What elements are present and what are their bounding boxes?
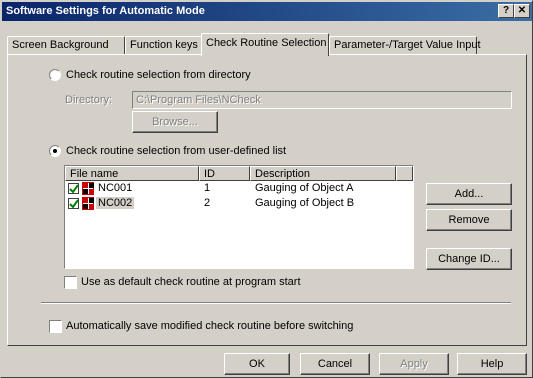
column-header-id[interactable]: ID (199, 166, 250, 181)
default-routine-label: Use as default check routine at program … (81, 276, 301, 288)
help-icon[interactable]: ? (498, 4, 514, 18)
user-list-radio-label: Check routine selection from user-define… (66, 145, 287, 157)
apply-label: Apply (400, 358, 428, 370)
browse-label: Browse... (152, 116, 198, 128)
table-row[interactable]: NC002 2 Gauging of Object B (66, 197, 412, 211)
change-id-label: Change ID... (438, 253, 500, 265)
column-header-description[interactable]: Description (250, 166, 396, 181)
check-routine-file-icon (82, 182, 94, 195)
help-button[interactable]: Help (457, 353, 527, 375)
divider (41, 302, 511, 304)
tab-label: Function keys (130, 39, 198, 51)
tab-parameter-target-value-input[interactable]: Parameter-/Target Value Input (329, 36, 481, 55)
tab-label: Check Routine Selection (206, 37, 327, 49)
checkmark-icon (69, 199, 79, 209)
routine-list[interactable]: File name ID Description NC001 1 Gauging… (64, 165, 414, 269)
help-label: Help (480, 358, 504, 370)
row-id: 2 (204, 197, 211, 209)
apply-button: Apply (379, 353, 449, 375)
tab-function-keys[interactable]: Function keys (125, 36, 203, 55)
row-description: Gauging of Object B (255, 197, 355, 209)
row-checkbox[interactable] (68, 183, 79, 194)
directory-radio[interactable] (49, 69, 61, 81)
row-file-name: NC001 (98, 182, 133, 194)
tab-screen-background[interactable]: Screen Background (7, 36, 125, 55)
default-routine-checkbox[interactable] (64, 276, 77, 289)
ok-button[interactable]: OK (224, 353, 290, 375)
directory-label: Directory: (65, 94, 113, 106)
add-button[interactable]: Add... (426, 183, 512, 205)
add-label: Add... (454, 188, 484, 200)
change-id-button[interactable]: Change ID... (426, 248, 512, 270)
user-list-radio[interactable] (49, 145, 61, 157)
tab-label: Parameter-/Target Value Input (334, 39, 481, 51)
table-row[interactable]: NC001 1 Gauging of Object A (66, 182, 412, 196)
window-title: Software Settings for Automatic Mode (6, 5, 205, 17)
tab-check-routine-selection[interactable]: Check Routine Selection (201, 33, 329, 56)
row-file-name: NC002 (96, 197, 135, 209)
autosave-label: Automatically save modified check routin… (66, 320, 354, 332)
cancel-button[interactable]: Cancel (300, 353, 370, 375)
cancel-label: Cancel (317, 358, 353, 370)
close-icon[interactable]: ✕ (514, 4, 530, 18)
directory-value: C:\Program Files\NCheck (136, 94, 261, 106)
column-header-file-name[interactable]: File name (65, 166, 199, 181)
column-header-empty (396, 166, 413, 181)
column-header-label: ID (204, 168, 215, 180)
remove-label: Remove (448, 214, 490, 226)
title-bar: Software Settings for Automatic Mode ? ✕ (2, 2, 532, 21)
browse-button: Browse... (132, 111, 218, 133)
ok-label: OK (249, 358, 265, 370)
column-header-label: File name (70, 168, 119, 180)
row-description: Gauging of Object A (255, 182, 354, 194)
check-routine-file-icon (82, 197, 94, 210)
radio-dot (53, 149, 57, 153)
directory-radio-label: Check routine selection from directory (66, 69, 251, 81)
checkmark-icon (69, 184, 79, 194)
settings-dialog: Software Settings for Automatic Mode ? ✕… (0, 0, 533, 378)
tab-label: Screen Background (12, 39, 109, 51)
row-id: 1 (204, 182, 211, 194)
directory-field: C:\Program Files\NCheck (132, 91, 512, 109)
row-checkbox[interactable] (68, 198, 79, 209)
autosave-checkbox[interactable] (49, 320, 62, 333)
remove-button[interactable]: Remove (426, 209, 512, 231)
column-header-label: Description (255, 168, 311, 180)
